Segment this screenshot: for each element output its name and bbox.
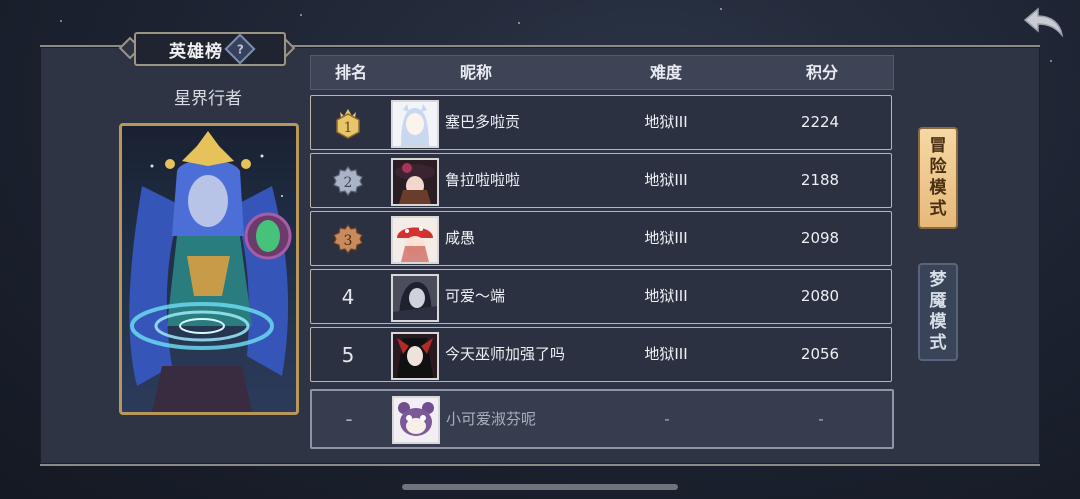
self-difficulty: - (664, 410, 670, 428)
avatar[interactable] (391, 216, 439, 264)
hero-portrait-card[interactable] (119, 123, 299, 415)
avatar-image (393, 102, 437, 146)
column-header-difficulty: 难度 (649, 63, 682, 82)
gold-medal-icon: 1 (336, 108, 360, 139)
tab-label-char: 冒 (929, 136, 947, 156)
bronze-medal-icon: 3 (333, 223, 363, 254)
back-button[interactable] (1022, 6, 1066, 38)
tab-label-char: 模 (929, 178, 947, 198)
column-header-nickname: 昵称 (459, 63, 492, 82)
self-nickname: 小可爱淑芬呢 (446, 410, 537, 428)
tab-label-char: 式 (929, 333, 947, 353)
player-difficulty: 地狱III (644, 171, 688, 189)
player-score: 2080 (800, 287, 840, 305)
back-arrow-icon (1023, 7, 1064, 38)
self-rank: - (345, 407, 353, 431)
table-row[interactable]: 5 今天巫师加强了吗 地狱III 2056 (310, 327, 892, 382)
rank-medal-silver: 2 (325, 154, 371, 207)
tab-label-char: 魇 (929, 291, 947, 311)
page-title: 英雄榜 (169, 41, 223, 62)
silver-medal-icon: 2 (333, 165, 363, 196)
self-avatar[interactable] (392, 396, 440, 444)
home-indicator[interactable] (402, 484, 678, 490)
hero-portrait-image (129, 131, 292, 412)
table-row[interactable]: 2 鲁拉啦啦啦 地狱III 2188 (310, 153, 892, 208)
tab-nightmare-mode[interactable]: 梦 魇 模 式 (918, 263, 958, 361)
player-nickname: 可爱～端 (445, 287, 506, 305)
player-difficulty: 地狱III (644, 287, 688, 305)
player-nickname: 今天巫师加强了吗 (445, 345, 566, 363)
player-score: 2056 (800, 345, 840, 363)
leaderboard-title-plate: 英雄榜 ? (134, 32, 286, 66)
tab-label-char: 式 (929, 199, 947, 219)
background-star (720, 8, 722, 10)
background-star (1050, 60, 1052, 62)
hero-name: 星界行者 (174, 89, 242, 109)
avatar-image (393, 218, 437, 262)
help-icon[interactable]: ? (224, 33, 256, 65)
player-score: 2224 (800, 113, 840, 131)
table-row[interactable]: 4 可爱～端 地狱III 2080 (310, 269, 892, 324)
rank-number: 5 (341, 342, 355, 367)
avatar-image (393, 160, 437, 204)
tab-label-char: 梦 (929, 270, 947, 290)
player-score: 2098 (800, 229, 840, 247)
rank-number: 3 (344, 233, 353, 249)
table-row[interactable]: 1 塞巴多啦贡 地狱III 2224 (310, 95, 892, 150)
player-nickname: 鲁拉啦啦啦 (445, 171, 521, 189)
avatar[interactable] (391, 158, 439, 206)
rank-number: 4 (341, 284, 355, 309)
avatar[interactable] (391, 332, 439, 380)
avatar[interactable] (391, 274, 439, 322)
tab-adventure-mode[interactable]: 冒 险 模 式 (918, 127, 958, 229)
player-difficulty: 地狱III (644, 345, 688, 363)
rank-number: 1 (344, 120, 353, 136)
self-rank-row[interactable]: - 小可爱淑芬呢 - - (310, 389, 894, 449)
column-header-score: 积分 (805, 63, 838, 82)
player-nickname: 塞巴多啦贡 (445, 113, 521, 131)
rank-medal-gold: 1 (325, 96, 371, 149)
leaderboard-table-header: 排名 昵称 难度 积分 (310, 55, 894, 90)
background-star (60, 20, 62, 22)
background-star (300, 14, 302, 16)
avatar-image (393, 276, 437, 320)
avatar[interactable] (391, 100, 439, 148)
player-difficulty: 地狱III (644, 113, 688, 131)
player-nickname: 咸愚 (445, 229, 476, 247)
player-difficulty: 地狱III (644, 229, 688, 247)
background-star (518, 22, 520, 24)
self-score: - (818, 410, 824, 428)
table-row[interactable]: 3 咸愚 地狱III 2098 (310, 211, 892, 266)
avatar-image (394, 398, 438, 442)
tab-label-char: 模 (929, 312, 947, 332)
tab-label-char: 险 (929, 157, 947, 177)
player-score: 2188 (800, 171, 840, 189)
avatar-image (393, 334, 437, 378)
rank-number: 2 (344, 175, 353, 191)
column-header-rank: 排名 (334, 63, 367, 82)
rank-medal-bronze: 3 (325, 212, 371, 265)
